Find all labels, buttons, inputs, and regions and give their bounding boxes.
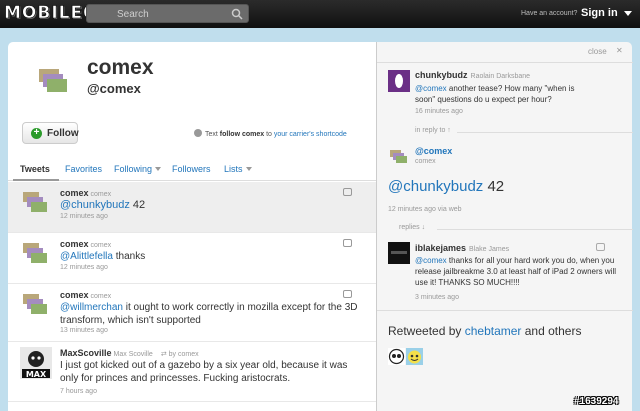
divider bbox=[457, 132, 633, 133]
replies-toggle[interactable]: replies ↓ bbox=[399, 224, 425, 231]
tweet-text: @chunkybudz 42 bbox=[60, 199, 146, 211]
tweet-time[interactable]: 12 minutes ago bbox=[60, 213, 108, 220]
tab-favorites[interactable]: Favorites bbox=[65, 164, 102, 174]
chevron-down-icon bbox=[155, 167, 162, 171]
tweet-time[interactable]: 16 minutes ago bbox=[415, 108, 463, 115]
avatar bbox=[23, 243, 47, 263]
profile-tabs: Tweets Favorites Following Followers Lis… bbox=[8, 157, 376, 181]
in-reply-to-link[interactable]: in reply to ↑ bbox=[415, 127, 451, 134]
reply-icon[interactable] bbox=[343, 188, 352, 196]
profile-handle: @comex bbox=[87, 81, 141, 96]
tweet-text: @Alittlefella thanks bbox=[60, 251, 146, 262]
close-icon[interactable]: ✕ bbox=[616, 46, 623, 55]
tweet-author[interactable]: chunkybudz Raolain Darksbane bbox=[415, 70, 530, 80]
tab-followers[interactable]: Followers bbox=[172, 164, 211, 174]
tweet-author[interactable]: @comex bbox=[415, 146, 452, 156]
retweeter-avatar[interactable] bbox=[406, 348, 423, 365]
tweet-time[interactable]: 13 minutes ago bbox=[60, 327, 108, 334]
tweet-text: @comex another tease? How many "when is … bbox=[415, 84, 575, 104]
mention-link[interactable]: @chunkybudz bbox=[388, 178, 483, 195]
tweet-time[interactable]: 12 minutes ago via web bbox=[388, 206, 462, 213]
tweet-details-pane: close ✕ chunkybudz Raolain Darksbane @com… bbox=[376, 42, 633, 411]
tweet-text: I just got kicked out of a gazebo by a s… bbox=[60, 360, 348, 384]
profile-column: comex @comex + Follow Text follow comex … bbox=[8, 42, 376, 411]
search-input[interactable] bbox=[117, 7, 227, 21]
mention-link[interactable]: @comex bbox=[415, 256, 447, 265]
retweeted-by: Retweeted by chebtamer and others bbox=[388, 324, 582, 338]
tab-lists[interactable]: Lists bbox=[224, 164, 252, 174]
account-question: Have an account? bbox=[521, 10, 578, 17]
sms-follow-hint: Text follow comex to your carrier's shor… bbox=[194, 129, 347, 138]
watermark: #1639294 bbox=[574, 396, 619, 407]
avatar bbox=[23, 294, 47, 314]
retweeter-avatar[interactable] bbox=[388, 348, 405, 365]
profile-name: comex bbox=[87, 56, 154, 79]
reply-icon[interactable] bbox=[343, 290, 352, 298]
avatar bbox=[388, 70, 410, 92]
tweet-item[interactable]: MAX MaxScoville Max Scoville ⇄ by comex I … bbox=[8, 342, 376, 402]
avatar bbox=[39, 69, 67, 92]
reply-icon[interactable] bbox=[343, 239, 352, 247]
tweet-time[interactable]: 12 minutes ago bbox=[60, 264, 108, 271]
tweet-time[interactable]: 7 hours ago bbox=[60, 388, 97, 395]
carrier-shortcode-link[interactable]: your carrier's shortcode bbox=[274, 131, 347, 138]
chevron-down-icon bbox=[245, 167, 252, 171]
follow-label: Follow bbox=[47, 128, 79, 139]
tweet-item[interactable]: comex comex @chunkybudz 42 12 minutes ago bbox=[8, 182, 376, 233]
tweet-item[interactable]: comex comex @willmerchan it ought to work… bbox=[8, 284, 376, 342]
tweet-item[interactable]: comex comex @Alittlefella thanks 12 minut… bbox=[8, 233, 376, 284]
tweet-author-name: comex bbox=[415, 158, 436, 165]
retweet-info: ⇄ by comex bbox=[160, 351, 199, 358]
tab-tweets[interactable]: Tweets bbox=[20, 164, 50, 174]
phone-icon bbox=[194, 129, 202, 137]
reply-icon[interactable] bbox=[596, 243, 605, 251]
tweet-author[interactable]: comex comex bbox=[60, 188, 111, 198]
mention-link[interactable]: @comex bbox=[415, 84, 447, 93]
close-button[interactable]: close bbox=[588, 47, 607, 56]
tab-following[interactable]: Following bbox=[114, 164, 162, 174]
tweet-author[interactable]: comex comex bbox=[60, 290, 111, 300]
tweet-text: @chunkybudz 42 bbox=[388, 178, 505, 195]
tweet-time[interactable]: 3 minutes ago bbox=[415, 294, 459, 301]
mention-link[interactable]: @willmerchan bbox=[60, 302, 123, 313]
tweet-text: @willmerchan it ought to work correctly … bbox=[60, 302, 358, 326]
active-tab-indicator bbox=[13, 179, 59, 181]
tweet-text: @comex thanks for all your hard work you… bbox=[415, 256, 616, 287]
top-bar: MOBILE01 Have an account? Sign in bbox=[0, 0, 640, 28]
avatar: MAX bbox=[20, 347, 52, 379]
avatar bbox=[388, 242, 410, 264]
divider bbox=[377, 310, 633, 311]
avatar bbox=[390, 150, 407, 163]
mention-link[interactable]: @Alittlefella bbox=[60, 251, 113, 262]
follow-button[interactable]: + Follow bbox=[22, 122, 79, 144]
sign-in-button[interactable]: Sign in bbox=[581, 7, 618, 19]
chevron-down-icon[interactable] bbox=[624, 11, 632, 16]
divider bbox=[437, 229, 633, 230]
search-icon[interactable] bbox=[231, 8, 243, 20]
tweet-author[interactable]: MaxScoville Max Scoville ⇄ by comex bbox=[60, 348, 199, 358]
tweet-author[interactable]: iblakejames Blake James bbox=[415, 243, 509, 253]
svg-text:MAX: MAX bbox=[26, 370, 47, 379]
search-box[interactable] bbox=[86, 4, 249, 23]
retweet-icon: ⇄ bbox=[160, 351, 169, 358]
tweet-author[interactable]: comex comex bbox=[60, 239, 111, 249]
avatar bbox=[23, 192, 47, 212]
plus-icon: + bbox=[31, 128, 42, 139]
mention-link[interactable]: @chunkybudz bbox=[60, 199, 130, 211]
retweeter-link[interactable]: chebtamer bbox=[465, 324, 522, 338]
divider bbox=[377, 62, 633, 63]
